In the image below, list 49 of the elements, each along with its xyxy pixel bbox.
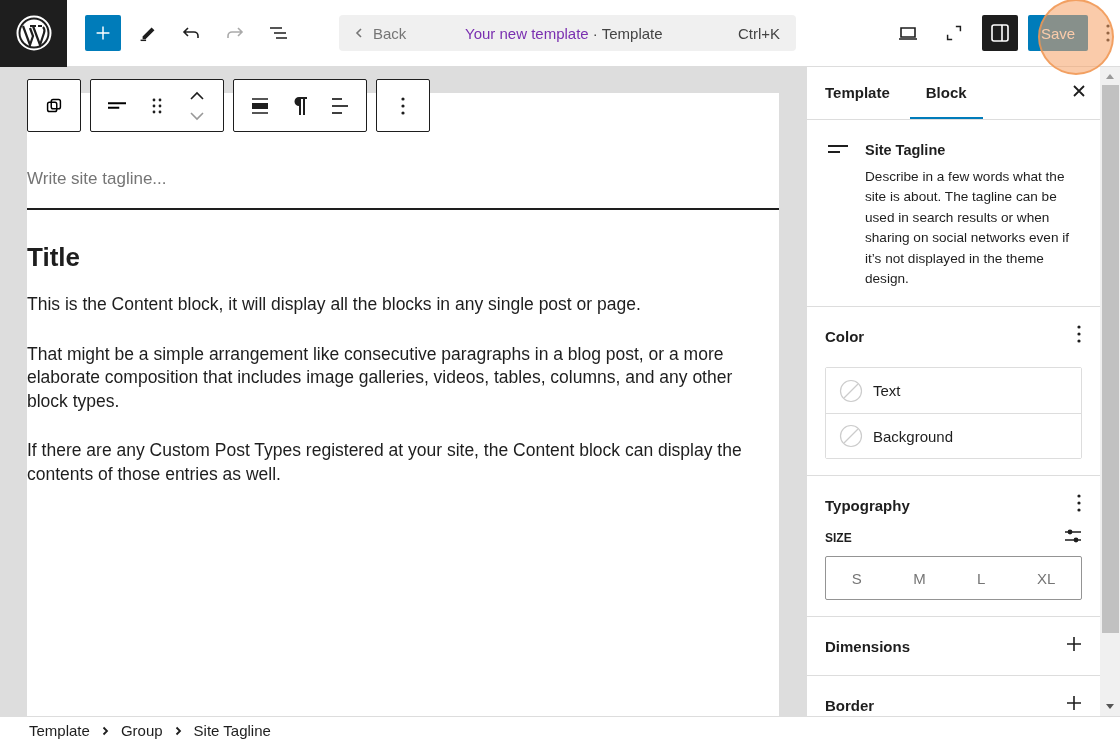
- more-options-icon: [400, 95, 406, 116]
- full-width-icon: [250, 95, 270, 116]
- settings-icon[interactable]: [1064, 528, 1082, 545]
- plus-icon[interactable]: [1066, 695, 1082, 712]
- add-block-button[interactable]: [85, 15, 121, 51]
- close-icon[interactable]: [1072, 84, 1086, 98]
- panel-title: Typography: [825, 496, 910, 514]
- chevron-left-icon: [355, 27, 363, 39]
- size-label: SIZE: [825, 531, 852, 546]
- panel-title[interactable]: Dimensions: [825, 637, 911, 655]
- back-link[interactable]: Back: [355, 24, 465, 42]
- sidebar-tab[interactable]: Template: [813, 67, 902, 119]
- command-bar[interactable]: Back Your new template · Template Ctrl+K: [339, 15, 796, 51]
- block-icon: [827, 144, 849, 156]
- block-description: Describe in a few words what the site is about. The tagline can be used in search results or when sharing on social networks even if it’s not displayed in the theme design.: [865, 168, 1070, 289]
- keyboard-shortcut: Ctrl+K: [737, 24, 780, 42]
- breadcrumb-link[interactable]: Group: [120, 721, 163, 739]
- more-options-icon[interactable]: [1076, 324, 1082, 345]
- breadcrumb-link[interactable]: Template: [29, 721, 90, 739]
- scrollbar-thumb[interactable]: [1101, 85, 1119, 633]
- document-title: Your new template · Template: [465, 24, 664, 42]
- tagline-placeholder[interactable]: Write site tagline...: [27, 169, 779, 189]
- size-option[interactable]: S: [843, 565, 870, 591]
- post-title: Title: [27, 242, 81, 273]
- chevron-right-icon: [174, 725, 182, 736]
- no-color-icon: [839, 378, 863, 403]
- size-option[interactable]: L: [969, 565, 994, 591]
- size-option[interactable]: XL: [1028, 565, 1064, 591]
- plus-icon[interactable]: [1066, 636, 1082, 653]
- scroll-down-icon[interactable]: [1105, 702, 1115, 710]
- paragraph: That might be a simple arrangement like consecutive paragraphs in a blog post, or a more elaborate composition that includes image galleries, videos, tables, columns, and any other block types.: [27, 342, 734, 413]
- sidebar-button[interactable]: [982, 15, 1018, 51]
- wordpress-logo[interactable]: [0, 0, 67, 67]
- size-option[interactable]: M: [905, 565, 934, 591]
- paragraph: This is the Content block, it will display all the blocks in any single post or page.: [27, 293, 642, 316]
- pilcrow-icon: [291, 94, 309, 117]
- no-color-icon: [839, 424, 863, 449]
- panel-title[interactable]: Border: [825, 696, 875, 714]
- breadcrumb-link[interactable]: Site Tagline: [193, 721, 271, 739]
- paragraph: If there are any Custom Post Types registered at your site, the Content block can display the contents of those entries as well.: [27, 439, 743, 486]
- more-options-icon[interactable]: [1076, 493, 1082, 514]
- align-left-icon: [108, 102, 126, 109]
- sidebar-icon: [988, 21, 1012, 45]
- drag-handle-icon: [150, 96, 164, 115]
- block-name: Site Tagline: [865, 142, 947, 158]
- panel-title: Color: [825, 327, 865, 345]
- color-option[interactable]: Background: [826, 413, 1081, 459]
- sidebar-tab[interactable]: Block: [909, 67, 983, 119]
- chevron-right-icon: [101, 725, 109, 736]
